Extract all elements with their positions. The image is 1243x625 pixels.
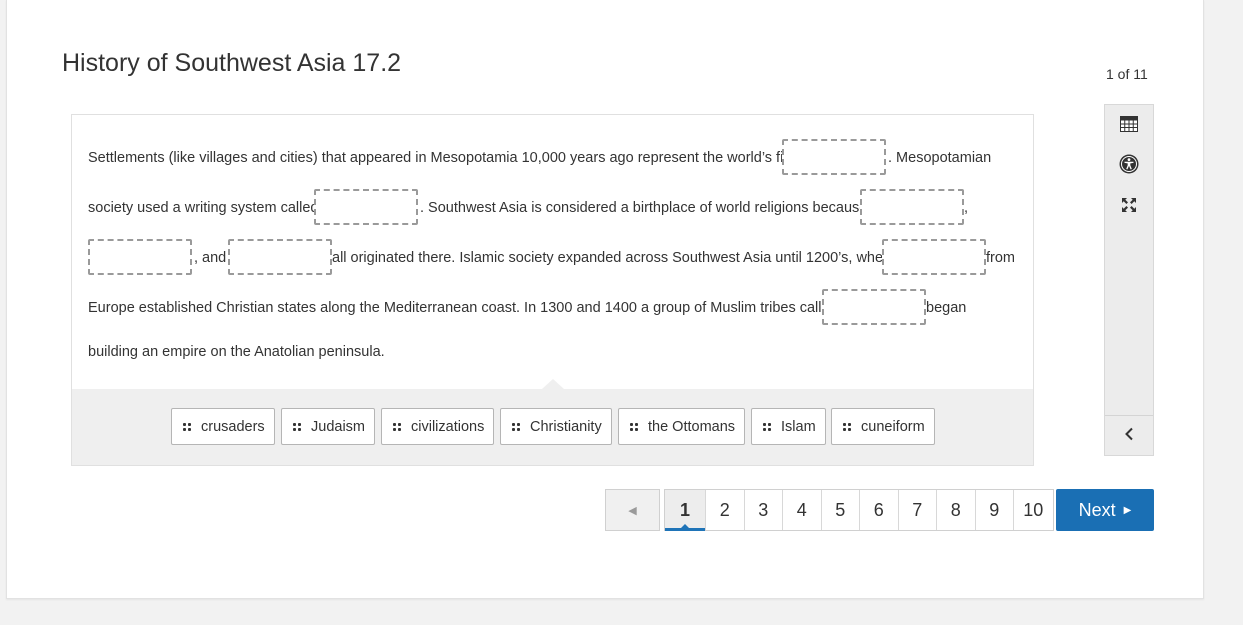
word-chip-cuneiform[interactable]: cuneiform bbox=[831, 408, 935, 445]
word-chip-crusaders[interactable]: crusaders bbox=[171, 408, 275, 445]
passage: Settlements (like villages and cities) t… bbox=[72, 115, 1033, 389]
accessibility-icon bbox=[1119, 154, 1139, 179]
question-panel: Settlements (like villages and cities) t… bbox=[71, 114, 1034, 466]
collapse-chevron-icon bbox=[1124, 427, 1134, 446]
word-chip-civilizations[interactable]: civilizations bbox=[381, 408, 495, 445]
passage-text: , bbox=[964, 200, 969, 216]
passage-text: building an empire on the Anatolian peni… bbox=[88, 344, 385, 360]
passage-text: all originated there. Islamic society ex… bbox=[332, 250, 892, 266]
drop-target-7[interactable] bbox=[822, 289, 926, 325]
word-bank-pointer bbox=[542, 379, 564, 389]
word-chip-label: Islam bbox=[781, 418, 816, 435]
page-title: History of Southwest Asia 17.2 bbox=[62, 49, 402, 77]
word-chip-islam[interactable]: Islam bbox=[751, 408, 826, 445]
calculator-icon bbox=[1120, 115, 1138, 137]
drag-handle-icon bbox=[763, 422, 771, 431]
drop-target-1[interactable] bbox=[782, 139, 886, 175]
word-chip-christianity[interactable]: Christianity bbox=[500, 408, 612, 445]
drag-handle-icon bbox=[183, 422, 191, 431]
accessibility-button[interactable] bbox=[1105, 146, 1153, 186]
page-button-1[interactable]: 1 bbox=[665, 490, 706, 531]
calculator-button[interactable] bbox=[1105, 106, 1153, 146]
page-button-5[interactable]: 5 bbox=[821, 490, 860, 530]
drag-handle-icon bbox=[393, 422, 401, 431]
drag-handle-icon bbox=[843, 422, 851, 431]
page-button-10[interactable]: 10 bbox=[1014, 490, 1053, 530]
passage-text: society used a writing system called bbox=[88, 200, 319, 216]
question-pagination: ◀ 1 2 3 4 5 6 7 8 9 10 bbox=[605, 489, 1054, 531]
fullscreen-icon bbox=[1121, 197, 1137, 218]
page-button-7[interactable]: 7 bbox=[898, 490, 937, 530]
page-number-list: 1 2 3 4 5 6 7 8 9 10 bbox=[664, 489, 1054, 531]
page-button-8[interactable]: 8 bbox=[937, 490, 976, 530]
drop-target-4[interactable] bbox=[88, 239, 192, 275]
next-button[interactable]: Next ▶ bbox=[1056, 489, 1154, 531]
passage-text: . Mesopotamian bbox=[888, 150, 992, 166]
drop-target-5[interactable] bbox=[228, 239, 332, 275]
prev-arrow-icon: ◀ bbox=[628, 504, 637, 517]
page-button-4[interactable]: 4 bbox=[783, 490, 822, 530]
collapse-sidebar-button[interactable] bbox=[1105, 416, 1153, 456]
passage-text: from bbox=[986, 250, 1015, 266]
word-chip-label: Judaism bbox=[311, 418, 365, 435]
word-chip-label: cuneiform bbox=[861, 418, 925, 435]
previous-button[interactable]: ◀ bbox=[605, 489, 660, 531]
word-chip-the-ottomans[interactable]: the Ottomans bbox=[618, 408, 746, 445]
word-chip-label: Christianity bbox=[530, 418, 602, 435]
drag-handle-icon bbox=[293, 422, 301, 431]
drop-target-2[interactable] bbox=[314, 189, 418, 225]
word-chip-judaism[interactable]: Judaism bbox=[281, 408, 375, 445]
question-counter: 1 of 11 bbox=[1106, 66, 1148, 82]
word-chip-label: the Ottomans bbox=[648, 418, 736, 435]
word-bank: crusaders Judaism civilizations Christia… bbox=[72, 379, 1033, 465]
page-button-2[interactable]: 2 bbox=[706, 490, 745, 530]
page-button-3[interactable]: 3 bbox=[744, 490, 783, 530]
next-arrow-icon: ▶ bbox=[1123, 504, 1132, 516]
drag-handle-icon bbox=[630, 422, 638, 431]
passage-text: Settlements (like villages and cities) t… bbox=[88, 150, 800, 166]
passage-text: began bbox=[926, 300, 967, 316]
next-button-label: Next bbox=[1078, 499, 1116, 520]
drop-target-6[interactable] bbox=[882, 239, 986, 275]
page-button-6[interactable]: 6 bbox=[860, 490, 899, 530]
passage-text: Europe established Christian states alon… bbox=[88, 300, 838, 316]
drop-target-3[interactable] bbox=[860, 189, 964, 225]
passage-text: . Southwest Asia is considered a birthpl… bbox=[420, 200, 868, 216]
drag-handle-icon bbox=[512, 422, 520, 431]
page-button-9[interactable]: 9 bbox=[975, 490, 1014, 530]
word-chip-label: civilizations bbox=[411, 418, 485, 435]
fullscreen-button[interactable] bbox=[1105, 187, 1153, 227]
word-chip-label: crusaders bbox=[201, 418, 265, 435]
tools-sidebar bbox=[1104, 104, 1154, 456]
passage-text: , and bbox=[194, 250, 227, 266]
